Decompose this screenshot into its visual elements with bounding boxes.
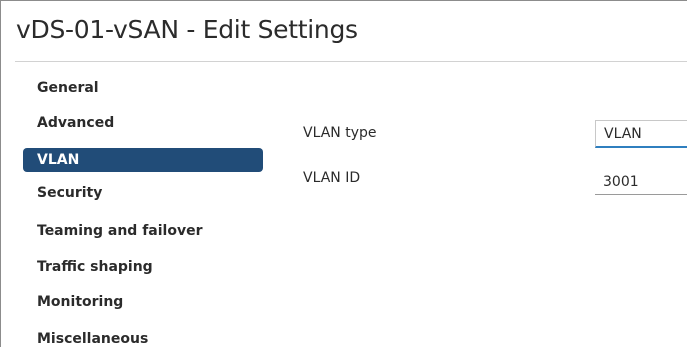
vlan-type-select[interactable]: VLAN	[595, 120, 687, 148]
nav-item-general[interactable]: General	[23, 76, 263, 100]
title-divider	[15, 61, 687, 62]
vlan-id-label: VLAN ID	[303, 170, 361, 186]
nav-item-traffic-shaping[interactable]: Traffic shaping	[23, 255, 263, 279]
nav-item-advanced[interactable]: Advanced	[23, 111, 263, 135]
nav-item-vlan[interactable]: VLAN	[23, 148, 263, 172]
nav-item-miscellaneous[interactable]: Miscellaneous	[23, 327, 263, 351]
edit-settings-dialog: vDS-01-vSAN - Edit Settings General Adva…	[0, 0, 687, 347]
nav-item-monitoring[interactable]: Monitoring	[23, 290, 263, 314]
vlan-id-input[interactable]: 3001	[595, 167, 687, 195]
nav-item-security[interactable]: Security	[23, 181, 263, 205]
nav-item-teaming-and-failover[interactable]: Teaming and failover	[23, 219, 263, 243]
vlan-type-label: VLAN type	[303, 125, 377, 141]
dialog-title: vDS-01-vSAN - Edit Settings	[16, 15, 358, 44]
